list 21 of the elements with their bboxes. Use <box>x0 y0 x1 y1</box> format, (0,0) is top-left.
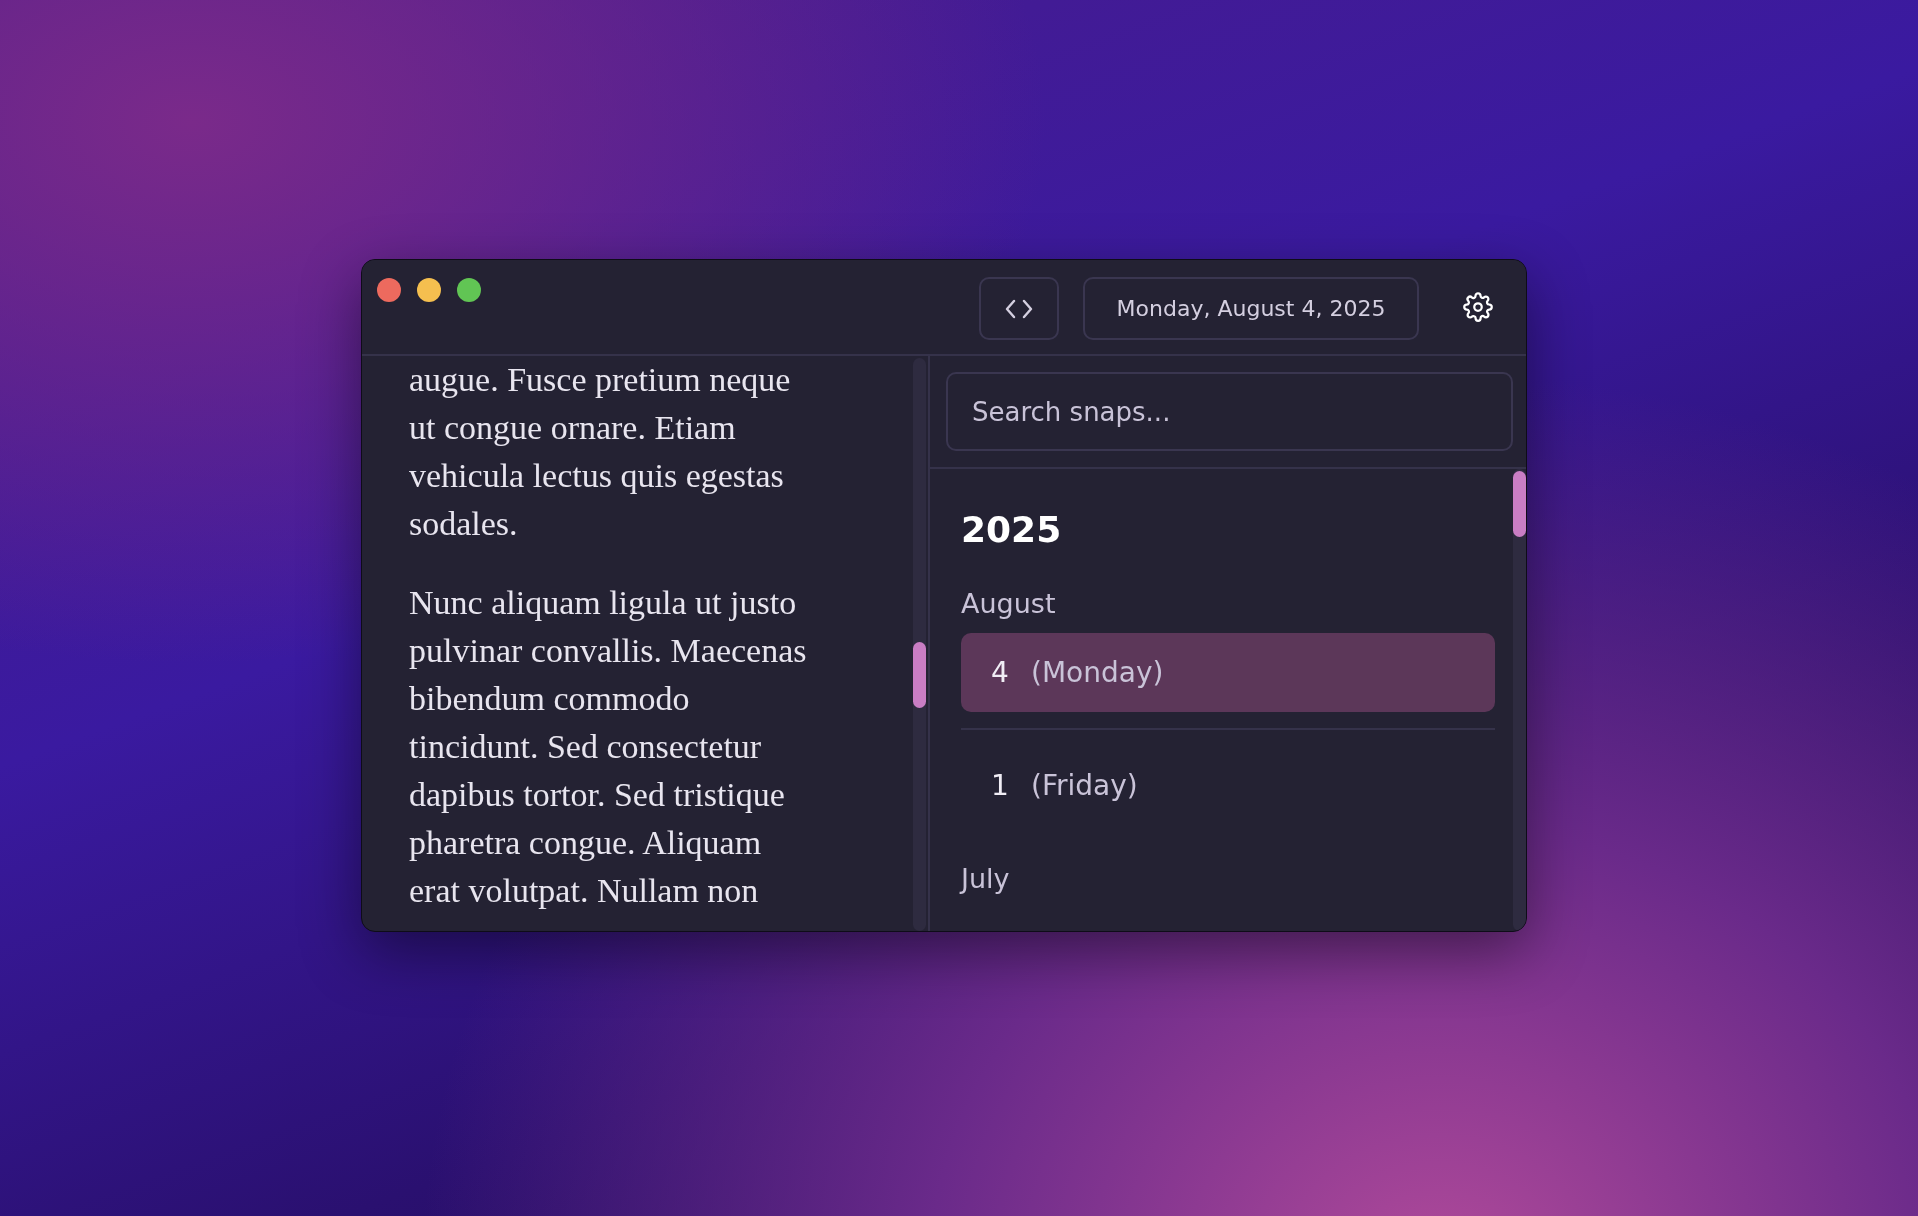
close-button[interactable] <box>377 278 401 302</box>
day-list-item[interactable]: 1 (Friday) <box>961 746 1495 825</box>
scrollbar-thumb[interactable] <box>1513 471 1526 537</box>
zoom-button[interactable] <box>457 278 481 302</box>
day-number: 1 <box>991 769 1010 802</box>
year-heading: 2025 <box>961 509 1063 550</box>
code-brackets-icon <box>1004 297 1034 320</box>
minimize-button[interactable] <box>417 278 441 302</box>
paragraph: Nunc aliquam ligula ut justo pulvinar convallis. Maecenas bibendum commodo tincidunt. Sed consectetur dapibus tortor. Sed tristique pharetra congue. Aliquam erat volutpat. Nullam non <box>409 583 808 911</box>
settings-icon[interactable] <box>1463 292 1493 322</box>
day-number: 4 <box>991 656 1010 689</box>
date-button[interactable]: Monday, August 4, 2025 <box>1083 277 1419 340</box>
month-heading: August <box>961 588 1057 619</box>
paragraph: augue. Fusce pretium neque ut congue ornare. Etiam vehicula lectus quis egestas sodales. <box>409 360 792 544</box>
weekday-label: (Friday) <box>1031 769 1138 802</box>
code-toggle-button[interactable] <box>979 277 1059 340</box>
scrollbar-thumb[interactable] <box>913 642 926 708</box>
search-field[interactable]: Search snaps... <box>946 372 1513 451</box>
weekday-label: (Monday) <box>1031 656 1164 689</box>
day-list-item[interactable]: 4 (Monday) <box>961 633 1495 712</box>
month-heading: July <box>961 863 1011 894</box>
